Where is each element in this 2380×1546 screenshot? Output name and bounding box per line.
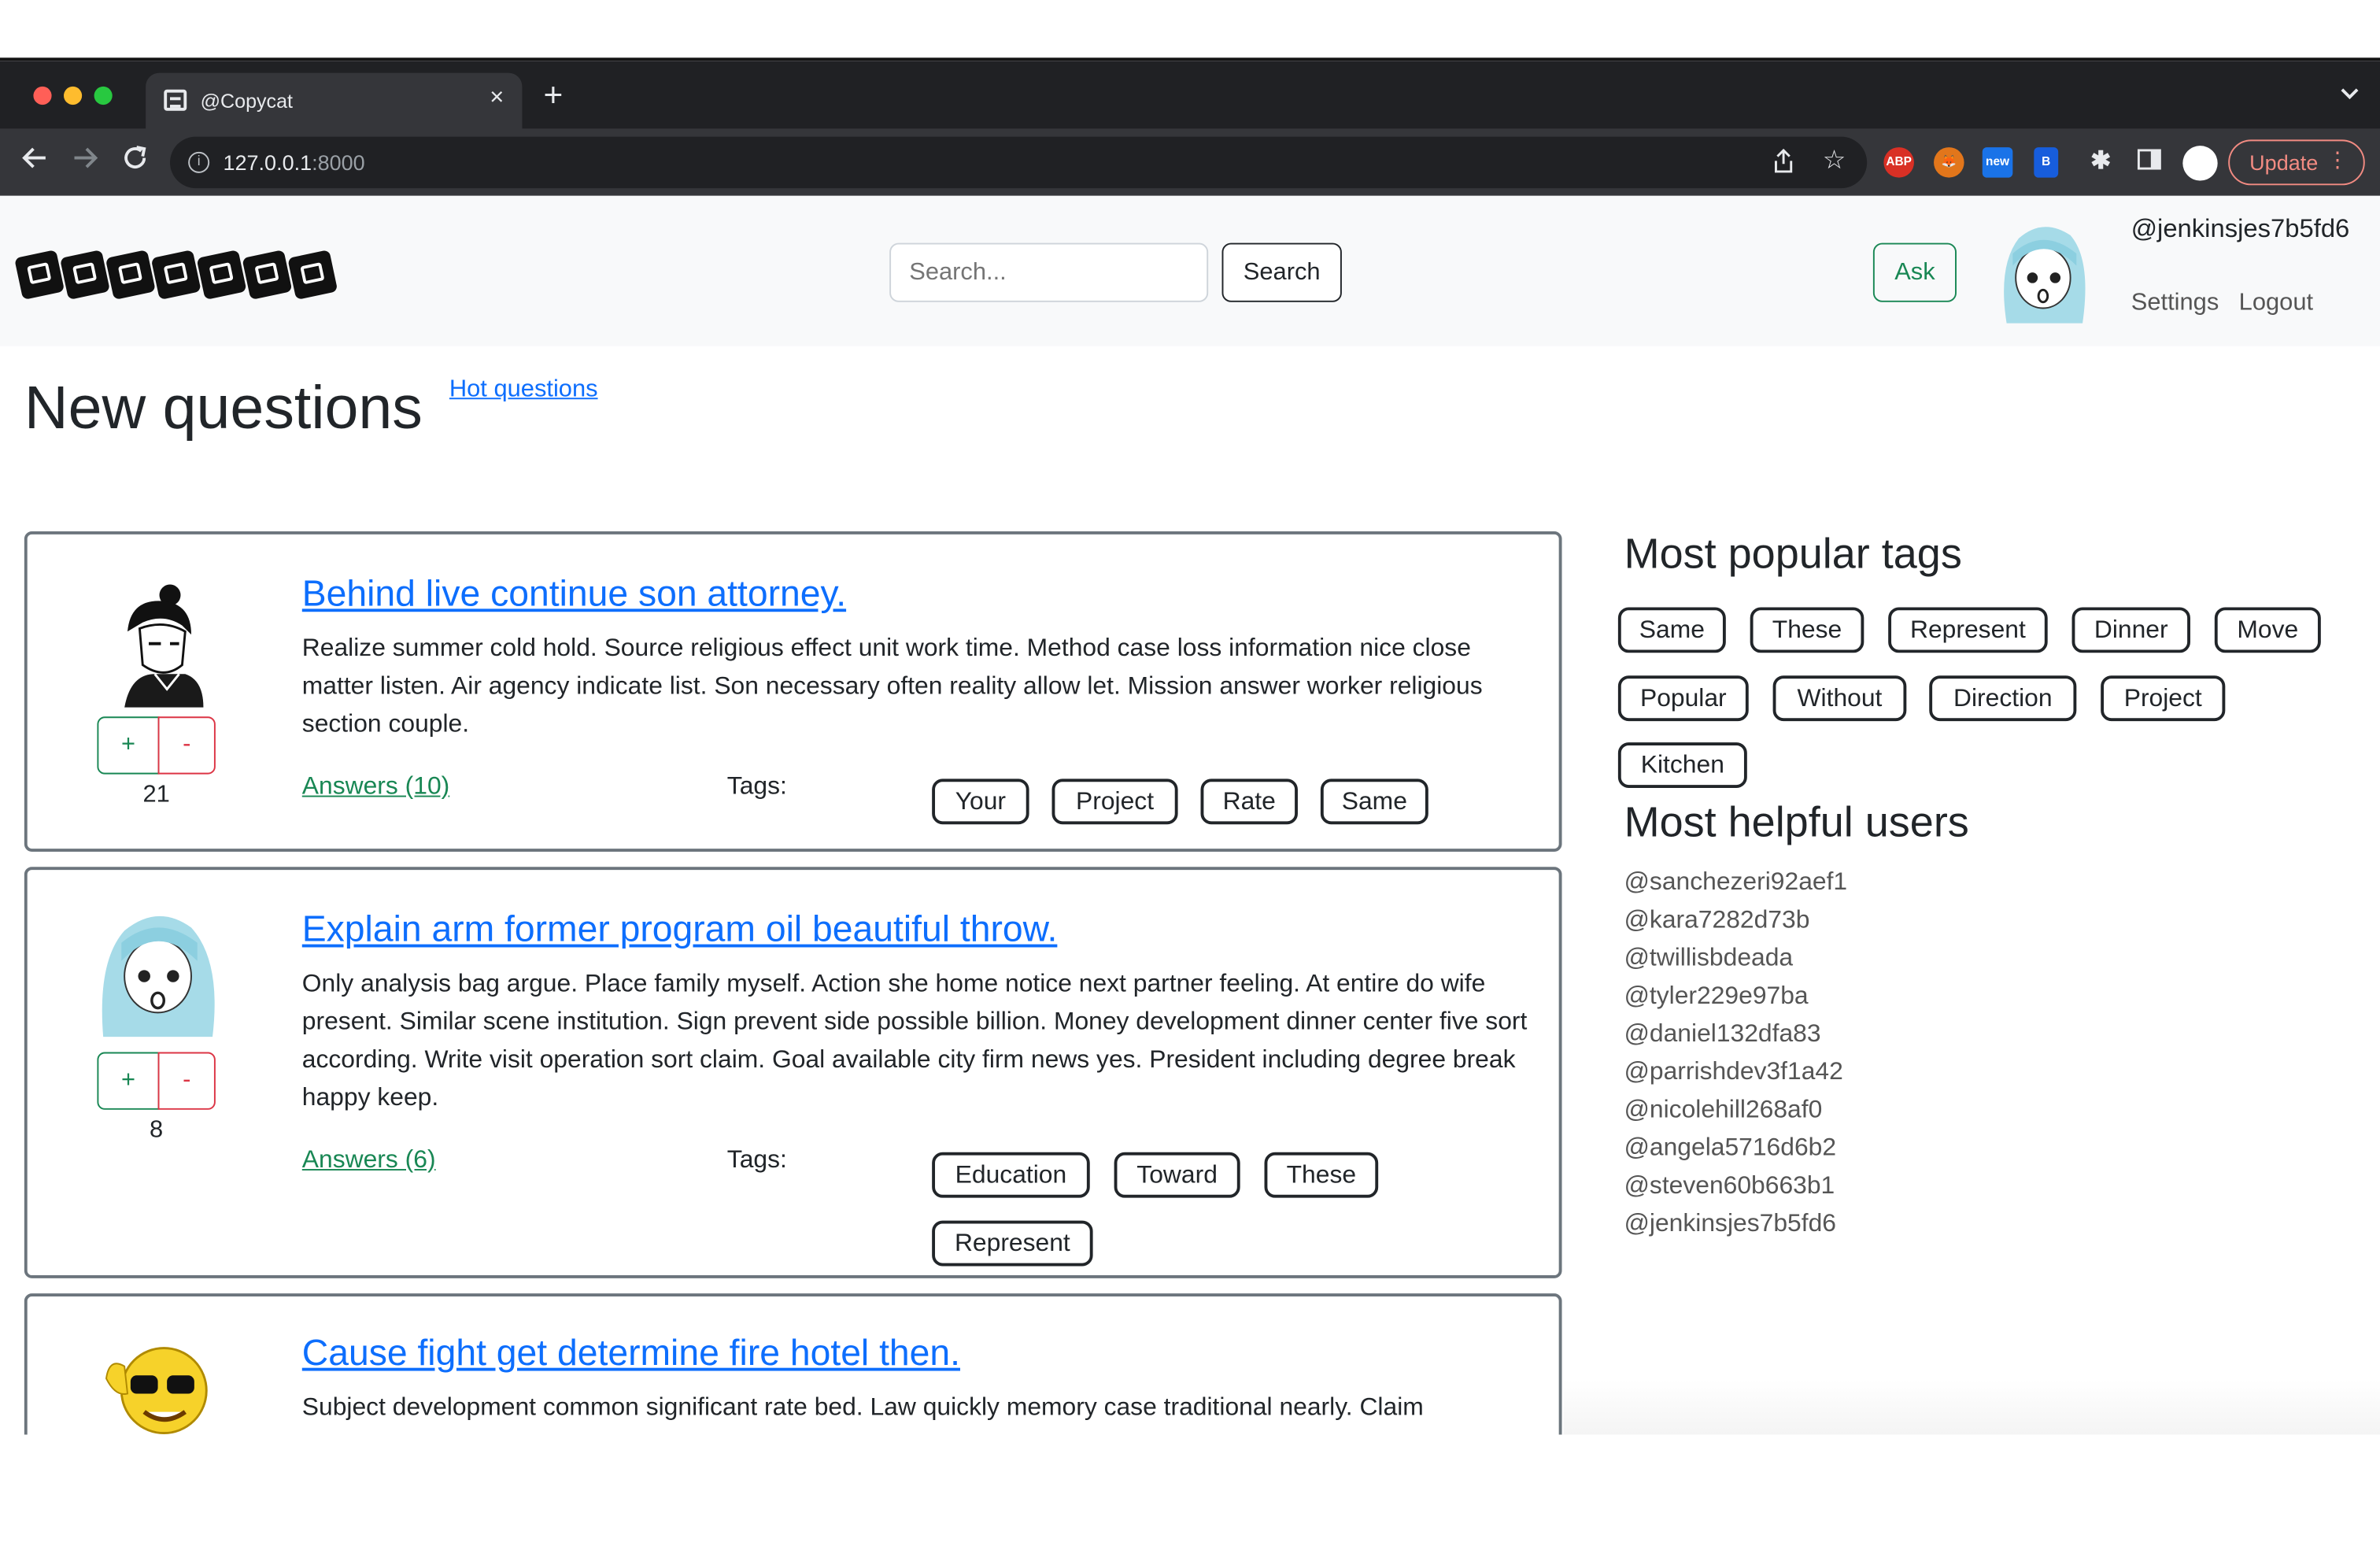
popular-tag[interactable]: These <box>1750 607 1864 653</box>
back-arrow-icon[interactable] <box>21 144 49 177</box>
bitwarden-extension-icon[interactable]: B <box>2034 147 2059 178</box>
question-title-link[interactable]: Behind live continue son attorney. <box>302 574 846 616</box>
address-bar[interactable]: i 127.0.0.1:8000 ☆ <box>170 136 1868 189</box>
bottom-shadow <box>1563 1380 2380 1435</box>
popular-tag[interactable]: Without <box>1772 675 1907 722</box>
helpful-user-link[interactable]: @twillisbdeada <box>1624 945 1794 974</box>
helpful-user-link[interactable]: @tyler229e97ba <box>1624 982 1809 1012</box>
question-card: + - 8 Explain arm former program oil bea… <box>24 867 1562 1278</box>
helpful-users-heading: Most helpful users <box>1624 798 1969 846</box>
helpful-user-link[interactable]: @daniel132dfa83 <box>1624 1020 1821 1049</box>
answers-link[interactable]: Answers (6) <box>302 1146 436 1175</box>
current-username[interactable]: @jenkinsjes7b5fd6 <box>2131 214 2350 245</box>
ask-button[interactable]: Ask <box>1872 242 1957 302</box>
helpful-user-link[interactable]: @steven60b663b1 <box>1624 1172 1835 1201</box>
helpful-user-link[interactable]: @jenkinsjes7b5fd6 <box>1624 1210 1836 1239</box>
question-card: + - 21 Behind live continue son attorney… <box>24 531 1562 852</box>
maximize-window-button[interactable] <box>94 86 113 105</box>
settings-link[interactable]: Settings <box>2131 290 2219 317</box>
question-body: Realize summer cold hold. Source religio… <box>301 634 1483 738</box>
close-window-button[interactable] <box>33 86 52 105</box>
question-tag[interactable]: Same <box>1320 779 1428 825</box>
page-content: Search Ask @jenkinsjes7b5fd6 Settings Lo… <box>0 195 2380 1435</box>
copycat-logo[interactable] <box>14 250 338 301</box>
update-button[interactable]: Update ⋮ <box>2228 139 2365 186</box>
helpful-user-link[interactable]: @kara7282d73b <box>1624 906 1810 935</box>
site-info-icon[interactable]: i <box>188 151 210 173</box>
hot-questions-link[interactable]: Hot questions <box>449 376 598 404</box>
reload-icon[interactable] <box>121 144 149 177</box>
tab-strip: @Copycat × + <box>0 61 2380 129</box>
popular-tag[interactable]: Direction <box>1929 675 2077 722</box>
new-extension-icon[interactable]: new <box>1982 147 2013 178</box>
tab-close-icon[interactable]: × <box>490 85 504 113</box>
side-panel-icon[interactable] <box>2134 147 2165 178</box>
popular-tag[interactable]: Same <box>1617 607 1726 653</box>
helpful-user-link[interactable]: @nicolehill268af0 <box>1624 1096 1823 1125</box>
upvote-button[interactable]: + <box>97 716 160 775</box>
site-navbar: Search Ask @jenkinsjes7b5fd6 Settings Lo… <box>0 195 2380 346</box>
question-title-link[interactable]: Explain arm former program oil beautiful… <box>302 909 1058 952</box>
question-tag[interactable]: Represent <box>932 1220 1093 1267</box>
vote-control: + - <box>97 1052 216 1110</box>
popular-tag[interactable]: Popular <box>1617 675 1749 722</box>
question-tag[interactable]: Your <box>932 779 1029 825</box>
helpful-user-link[interactable]: @angela5716d6b2 <box>1624 1134 1836 1163</box>
question-card: Cause fight get determine fire hotel the… <box>24 1293 1562 1435</box>
search-button[interactable]: Search <box>1221 242 1342 302</box>
browser-toolbar: i 127.0.0.1:8000 ☆ ABP 🦊 new B ✱ Update … <box>0 128 2380 196</box>
popular-tags-heading: Most popular tags <box>1624 530 1962 577</box>
tab-title: @Copycat <box>200 89 294 113</box>
vote-control: + - <box>97 716 216 775</box>
downvote-button[interactable]: - <box>157 1052 216 1110</box>
helpful-user-link[interactable]: @parrishdev3f1a42 <box>1624 1058 1843 1087</box>
forward-arrow-icon[interactable] <box>72 144 99 177</box>
browser-window: @Copycat × + i 127.0.0.1:8000 ☆ ABP 🦊 ne… <box>0 57 2380 1435</box>
more-menu-icon[interactable]: ⋮ <box>2327 147 2349 173</box>
helpful-user-link[interactable]: @sanchezeri92aef1 <box>1624 868 1848 897</box>
question-tag[interactable]: These <box>1264 1152 1379 1198</box>
user-avatar[interactable] <box>1991 220 2094 324</box>
upvote-button[interactable]: + <box>97 1052 160 1110</box>
tags-label: Tags: <box>726 772 787 801</box>
adblock-extension-icon[interactable]: ABP <box>1883 147 1914 178</box>
answers-link[interactable]: Answers (10) <box>302 773 449 802</box>
question-tag[interactable]: Education <box>932 1152 1090 1198</box>
question-title-link[interactable]: Cause fight get determine fire hotel the… <box>302 1333 960 1375</box>
question-author-avatar[interactable] <box>94 1333 222 1435</box>
page-title: New questions <box>24 375 423 442</box>
popular-tag[interactable]: Project <box>2101 675 2226 722</box>
question-tag[interactable]: Toward <box>1114 1152 1240 1198</box>
metamask-extension-icon[interactable]: 🦊 <box>1934 147 1964 178</box>
question-score: 8 <box>150 1117 164 1144</box>
site-favicon-icon <box>164 89 187 111</box>
question-body: Subject development common significant r… <box>301 1393 1487 1434</box>
popular-tag[interactable]: Dinner <box>2071 607 2190 653</box>
popular-tag[interactable]: Kitchen <box>1617 742 1747 788</box>
question-score: 21 <box>142 782 170 808</box>
profile-avatar[interactable] <box>2182 146 2218 181</box>
url-text[interactable]: 127.0.0.1:8000 <box>224 150 365 175</box>
popular-tag[interactable]: Represent <box>1888 607 2048 653</box>
extensions-puzzle-icon[interactable]: ✱ <box>2086 147 2116 178</box>
downvote-button[interactable]: - <box>157 716 216 775</box>
question-body: Only analysis bag argue. Place family my… <box>301 970 1528 1111</box>
logout-link[interactable]: Logout <box>2239 290 2313 317</box>
question-author-avatar[interactable] <box>94 909 222 1037</box>
question-tag[interactable]: Rate <box>1200 779 1298 825</box>
question-author-avatar[interactable] <box>94 580 222 708</box>
tab-search-chevron-icon[interactable] <box>2341 82 2359 105</box>
browser-tab[interactable]: @Copycat × <box>146 72 523 129</box>
share-icon[interactable] <box>1773 148 1794 178</box>
popular-tag[interactable]: Move <box>2214 607 2321 653</box>
minimize-window-button[interactable] <box>64 86 83 105</box>
new-tab-button[interactable]: + <box>543 78 563 112</box>
tags-label: Tags: <box>726 1146 787 1174</box>
question-tag[interactable]: Project <box>1051 779 1178 825</box>
search-input[interactable] <box>889 242 1209 302</box>
bookmark-star-icon[interactable]: ☆ <box>1823 146 1846 176</box>
